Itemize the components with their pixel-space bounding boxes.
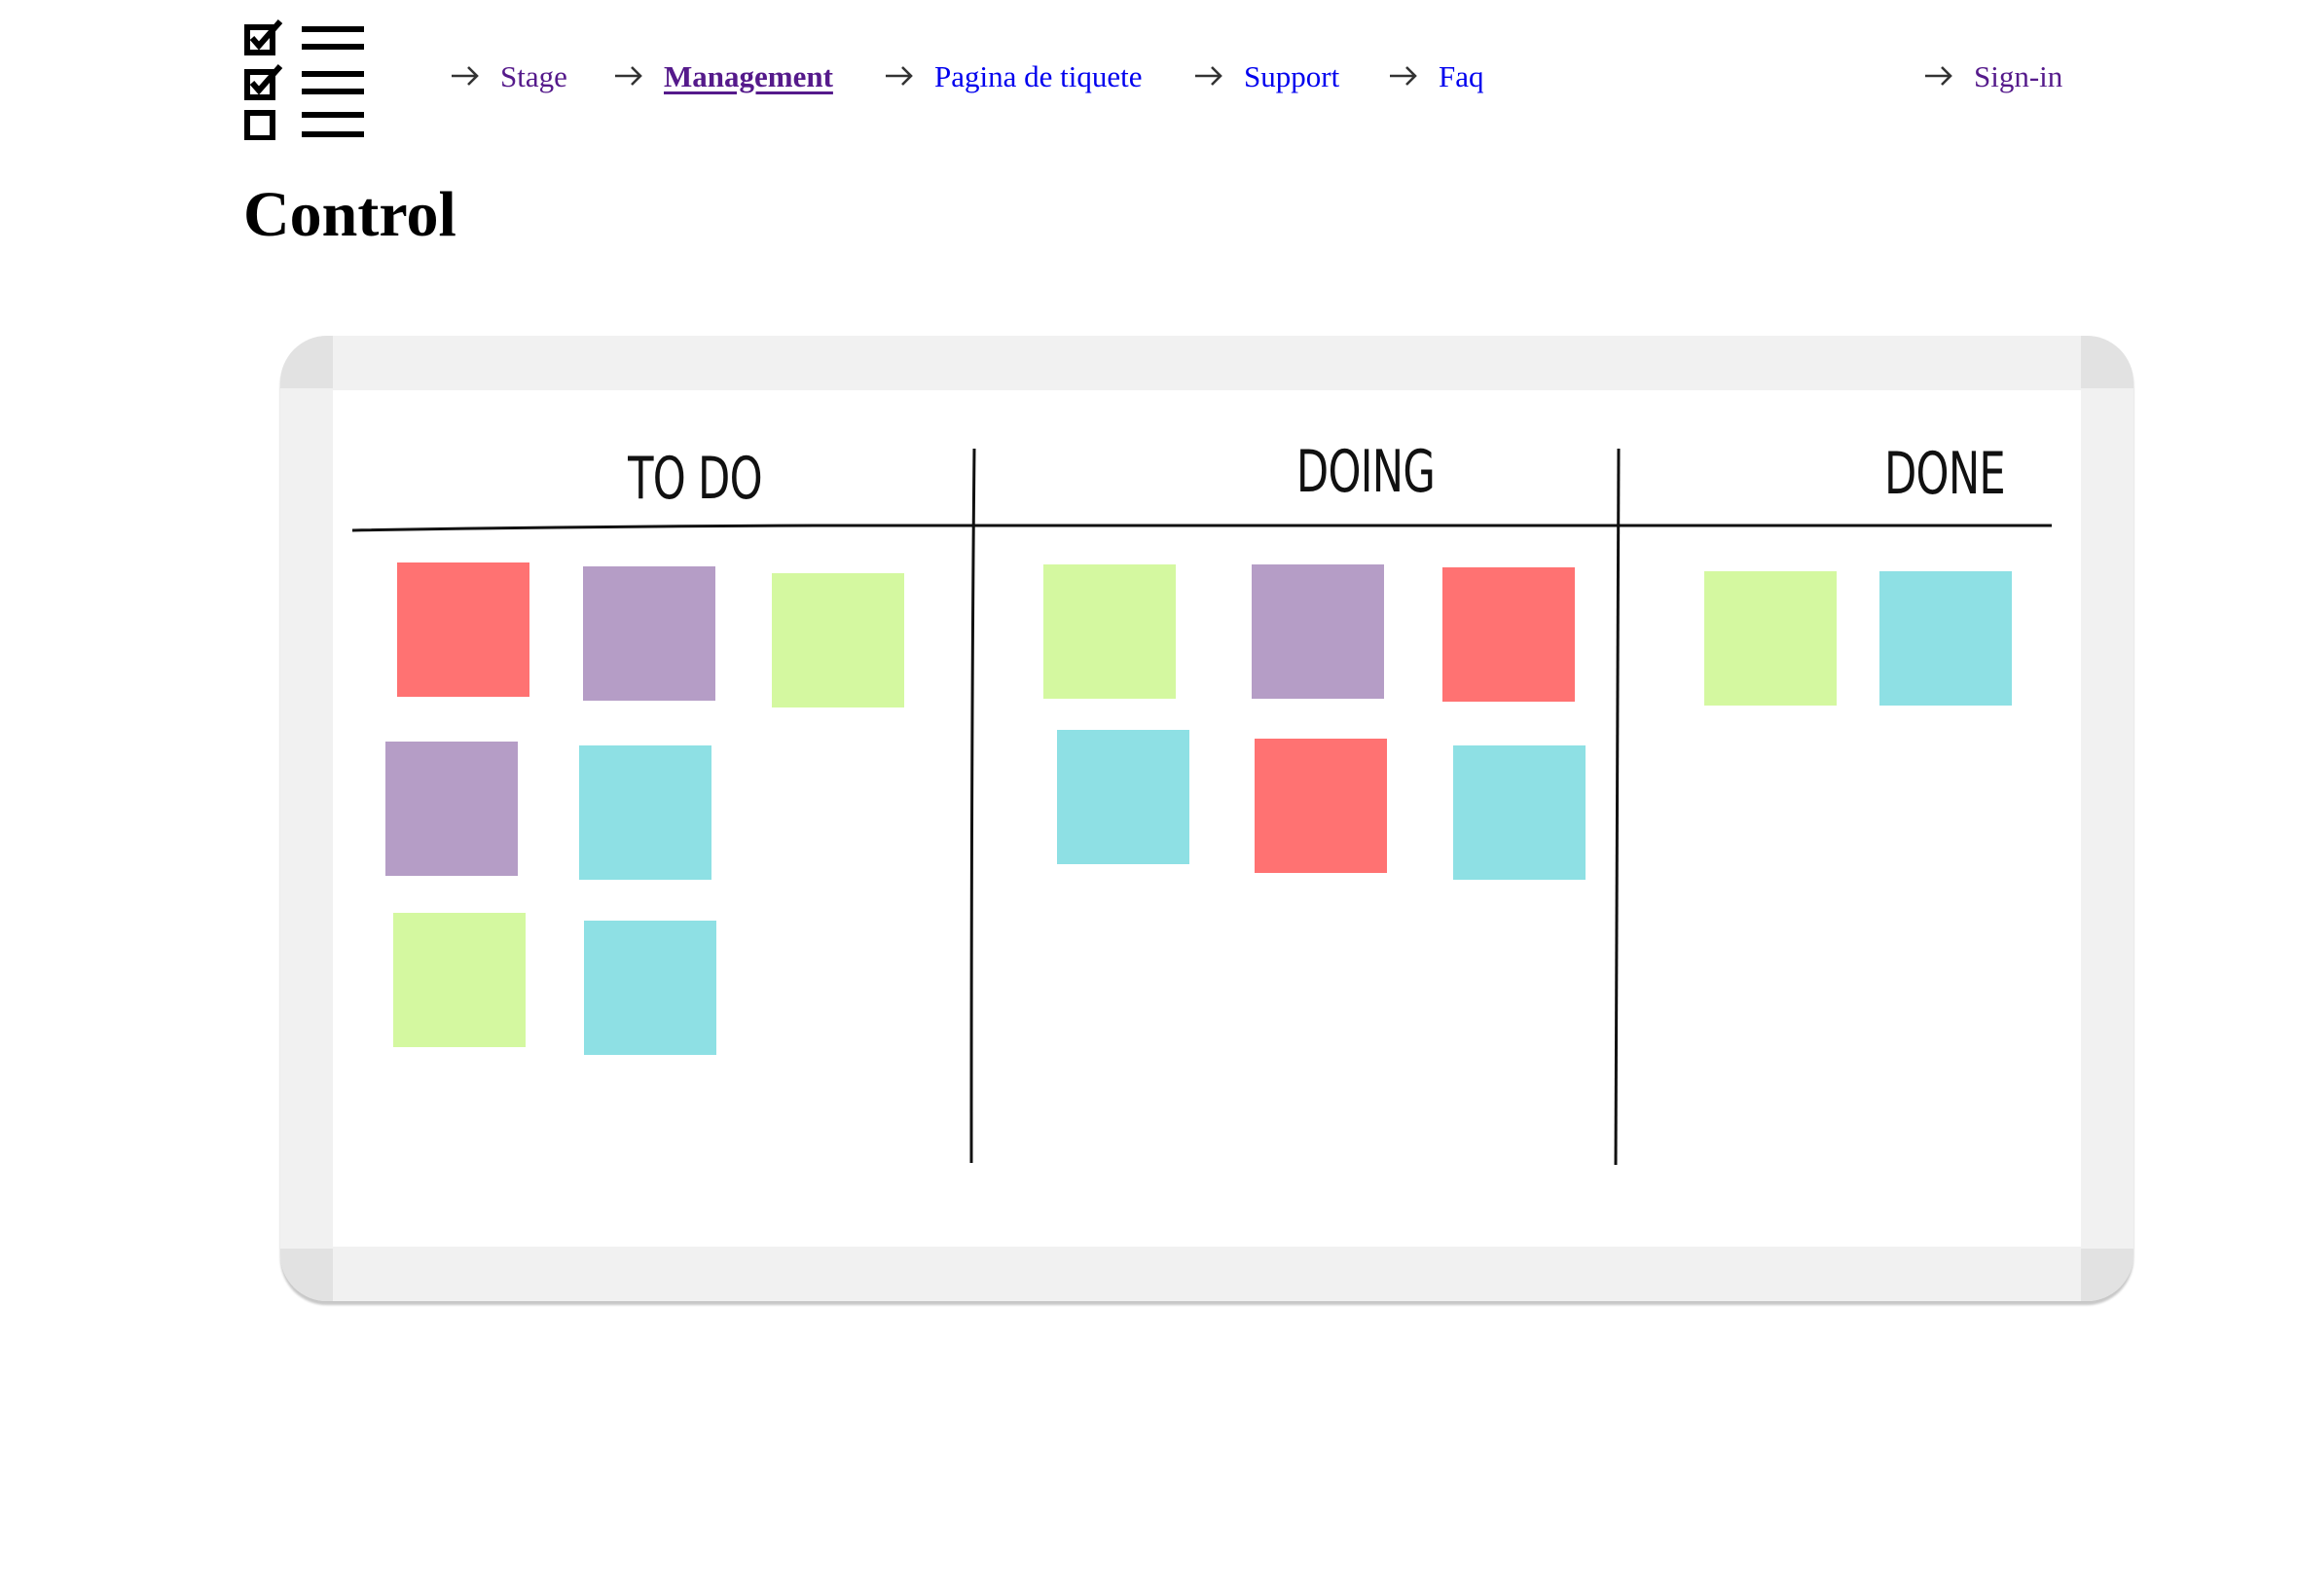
arrow-right-icon [615, 66, 642, 86]
nav-link-support[interactable]: Support [1193, 51, 1339, 101]
nav-link-label: Management [664, 58, 833, 93]
sticky-note-red [397, 562, 529, 697]
nav-link-pagina-de-tiquete[interactable]: Pagina de tiquete [884, 51, 1143, 101]
arrow-right-icon [452, 66, 479, 86]
nav-link-sign-in[interactable]: Sign-in [1923, 51, 2062, 101]
sticky-note-cyan [579, 745, 711, 880]
nav-link-stage[interactable]: Stage [450, 51, 567, 101]
arrow-right-icon [1925, 66, 1952, 86]
sticky-note-green [393, 913, 526, 1047]
kanban-board-image: TO DO DOING DONE [280, 336, 2133, 1301]
nav-link-label: Stage [500, 58, 567, 93]
sticky-note-cyan [1453, 745, 1586, 880]
arrow-right-icon [886, 66, 913, 86]
arrow-right-icon [1195, 66, 1222, 86]
arrow-right-icon [1390, 66, 1417, 86]
sticky-note-green [772, 573, 904, 707]
column-title-done: DONE [1883, 440, 2006, 508]
page-title: Control [243, 179, 456, 250]
sticky-note-green [1043, 564, 1176, 699]
sticky-note-purple [1252, 564, 1384, 699]
nav-link-label: Pagina de tiquete [934, 58, 1143, 93]
sticky-note-purple [583, 566, 715, 701]
nav-link-label: Support [1244, 58, 1340, 93]
sticky-note-red [1442, 567, 1575, 702]
nav-link-faq[interactable]: Faq [1388, 51, 1484, 101]
checklist-logo-icon[interactable] [243, 18, 368, 140]
sticky-note-red [1255, 739, 1387, 873]
column-title-doing: DOING [1295, 438, 1436, 506]
sticky-note-purple [385, 742, 518, 876]
nav-link-label: Sign-in [1974, 58, 2063, 93]
nav-link-label: Faq [1439, 58, 1484, 93]
sticky-note-green [1704, 571, 1837, 706]
sticky-note-cyan [1057, 730, 1189, 864]
nav-link-management[interactable]: Management [613, 51, 833, 101]
sticky-note-cyan [1879, 571, 2012, 706]
sticky-note-cyan [584, 921, 716, 1055]
column-title-todo: TO DO [628, 445, 763, 513]
